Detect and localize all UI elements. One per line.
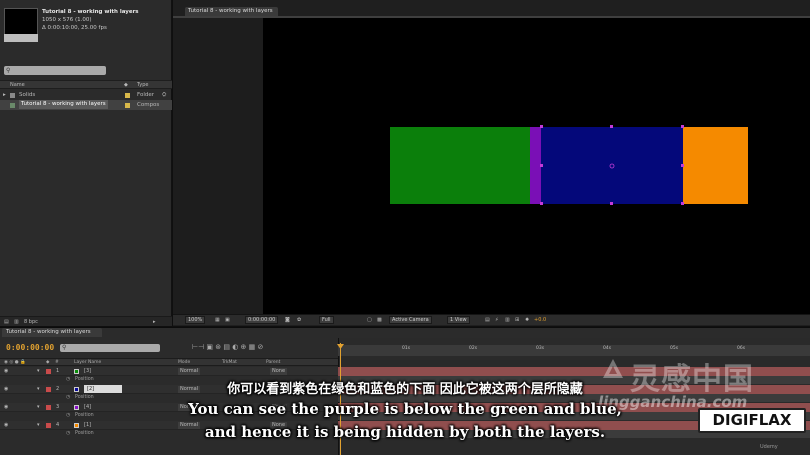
viewer-timecode[interactable]: 0:00:00:00 xyxy=(245,316,279,324)
expand-arrow-icon[interactable]: ▸ xyxy=(3,90,6,100)
zoom-select[interactable]: 100% xyxy=(185,316,206,324)
subtitle-cn: 你可以看到紫色在绿色和蓝色的下面 因此它被这两个层所隐藏 xyxy=(227,382,583,397)
col-mode[interactable]: Mode xyxy=(178,359,190,366)
camera-select[interactable]: Active Camera xyxy=(389,316,432,324)
project-column-header: Name ◆ Type xyxy=(0,80,172,89)
col-layer-name[interactable]: Layer Name xyxy=(74,359,101,366)
solid-swatch xyxy=(74,369,79,374)
col-trkmat[interactable]: TrkMat xyxy=(222,359,237,366)
comp-info: Tutorial 8 - working with layers 1050 x … xyxy=(42,8,170,32)
tab-composition[interactable]: Tutorial 8 - working with layers xyxy=(185,7,278,16)
project-footer: ▤ ▥ 8 bpc ▸ xyxy=(0,316,172,326)
udemy-watermark: Udemy xyxy=(760,444,778,450)
label-icon: ◆ xyxy=(124,82,128,88)
timeline-timecode[interactable]: 0:00:00:00 xyxy=(6,343,54,352)
layer-row[interactable]: ◉ ▾ 1 [3] Normal None xyxy=(0,367,338,376)
label-icon: ◆ xyxy=(46,360,50,365)
green-solid[interactable] xyxy=(390,127,532,204)
timeline-tool-icons[interactable]: ⊢⊣ ▣ ⊛ ▤ ◐ ⊕ ▦ ⊘ xyxy=(192,343,263,351)
col-name[interactable]: Name xyxy=(10,82,25,88)
transparency-icon[interactable]: ▩ xyxy=(377,315,382,325)
timeline-search-input[interactable]: ⚲ xyxy=(60,344,160,352)
item-name: Solids xyxy=(19,92,36,98)
layer-name[interactable]: [3] xyxy=(84,367,91,376)
subtitle-en-line1: You can see the purple is below the gree… xyxy=(188,400,622,418)
layer-number: 1 xyxy=(56,368,60,374)
grid-icon[interactable]: ▦ xyxy=(215,315,220,325)
ruler-tick: 04s xyxy=(603,346,612,351)
comp-thumbnail-bar xyxy=(4,34,38,42)
comp-size: 1050 x 576 (1.00) xyxy=(42,17,92,23)
orange-solid[interactable] xyxy=(683,127,748,204)
label-color-swatch[interactable] xyxy=(125,93,130,98)
col-type[interactable]: Type xyxy=(137,82,148,88)
label-color-swatch[interactable] xyxy=(46,369,51,374)
blend-mode-select[interactable]: Normal xyxy=(178,368,201,375)
project-panel xyxy=(0,0,172,326)
expand-arrow-icon[interactable]: ▾ xyxy=(37,367,40,376)
folder-icon xyxy=(10,93,15,98)
camera-icon[interactable]: ◙ xyxy=(285,315,290,325)
views-select[interactable]: 1 View xyxy=(447,316,470,324)
composition-icon xyxy=(10,103,15,108)
trash-icon[interactable]: ▤ xyxy=(4,317,9,327)
item-type: Folder xyxy=(137,92,154,98)
exposure-icon[interactable]: ✹ xyxy=(525,315,529,325)
timeline-icon[interactable]: ▥ xyxy=(505,315,510,325)
ruler-tick: 01s xyxy=(402,346,411,351)
ruler-tick: 06s xyxy=(737,346,746,351)
pixel-icon[interactable]: ▤ xyxy=(485,315,490,325)
item-name: Tutorial 8 - working with layers xyxy=(19,100,108,109)
mask-icon[interactable]: ▣ xyxy=(225,315,230,325)
fast-preview-icon[interactable]: ⚡ xyxy=(495,315,499,325)
project-item-comp[interactable]: Tutorial 8 - working with layers Compos xyxy=(0,100,172,110)
resolution-select[interactable]: Full xyxy=(319,316,334,324)
exposure-value[interactable]: +0.0 xyxy=(534,315,546,325)
subtitle-en-line2: and hence it is being hidden by both the… xyxy=(204,423,606,441)
new-folder-icon[interactable]: ▥ xyxy=(14,317,19,327)
item-type: Compos xyxy=(137,102,160,108)
comp-duration: Δ 0:00:10:00, 25.00 fps xyxy=(42,25,107,31)
num-header: # xyxy=(55,360,59,365)
col-parent[interactable]: Parent xyxy=(266,359,280,366)
tab-timeline[interactable]: Tutorial 8 - working with layers xyxy=(2,328,102,337)
ruler-tick: 02s xyxy=(469,346,478,351)
network-icon: ⛭ xyxy=(162,92,167,98)
color-icon[interactable]: ✿ xyxy=(297,315,301,325)
comp-name[interactable]: Tutorial 8 - working with layers xyxy=(42,8,170,16)
ruler-tick: 03s xyxy=(536,346,545,351)
ruler-tick: 05s xyxy=(670,346,679,351)
av-switch-icons[interactable]: ◉ ◎ ● 🔒 xyxy=(4,359,26,366)
flowchart-icon[interactable]: ⊞ xyxy=(515,315,519,325)
label-color-swatch[interactable] xyxy=(125,103,130,108)
project-item-solids[interactable]: ▸ Solids Folder ⛭ xyxy=(0,90,172,100)
parent-select[interactable]: None xyxy=(270,368,288,375)
blue-solid[interactable] xyxy=(541,127,683,204)
timeline-column-header: ◉ ◎ ● 🔒 ◆ # Layer Name Mode TrkMat Paren… xyxy=(0,358,338,366)
region-icon[interactable]: ▢ xyxy=(367,315,372,325)
search-icon: ⚲ xyxy=(6,67,11,74)
project-search-input[interactable]: ⚲ xyxy=(4,66,106,75)
search-icon: ⚲ xyxy=(62,344,67,351)
scroll-right-icon[interactable]: ▸ xyxy=(153,317,156,327)
composition-canvas[interactable] xyxy=(263,18,810,314)
eye-icon[interactable]: ◉ xyxy=(4,367,8,376)
bit-depth-button[interactable]: 8 bpc xyxy=(24,318,38,326)
layer-preview-svg xyxy=(390,125,748,205)
viewer-toolbar: 100% ▦ ▣ 0:00:00:00 ◙ ✿ Full ▢ ▩ Active … xyxy=(173,314,810,325)
